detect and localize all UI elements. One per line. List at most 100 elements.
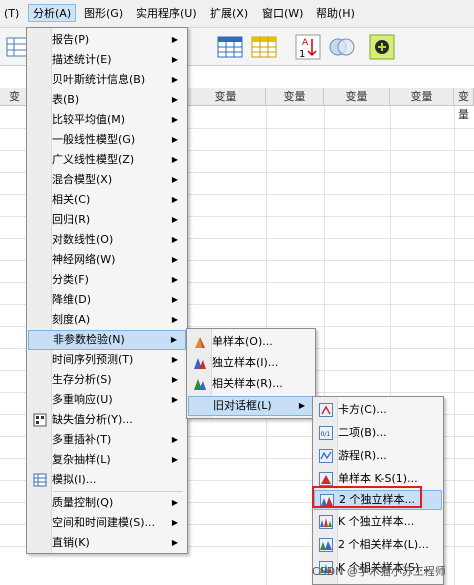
menu-analyze[interactable]: 分析(A) bbox=[28, 4, 77, 22]
menu-item-label: 旧对话框(L) bbox=[213, 399, 272, 412]
related-samples-icon bbox=[193, 377, 207, 391]
column-header[interactable]: 变量 bbox=[266, 88, 324, 106]
submenu-arrow-icon: ▶ bbox=[171, 498, 178, 507]
menu-item-label: 缺失值分析(Y)... bbox=[52, 413, 133, 426]
menu-item-neural-networks[interactable]: 神经网络(W) ▶ bbox=[28, 250, 186, 270]
menu-item-label: 混合模型(X) bbox=[52, 173, 113, 186]
submenu-arrow-icon: ▶ bbox=[171, 115, 178, 124]
menu-item-runs[interactable]: 游程(R)... bbox=[314, 446, 442, 466]
column-header[interactable]: 变量 bbox=[390, 88, 454, 106]
runs-icon bbox=[319, 449, 333, 463]
menu-item-two-related-samples[interactable]: 2 个相关样本(L)... bbox=[314, 535, 442, 555]
menu-help[interactable]: 帮助(H) bbox=[312, 5, 359, 23]
menu-item-label: 相关(C) bbox=[52, 193, 91, 206]
menu-item-quality-control[interactable]: 质量控制(Q) ▶ bbox=[28, 493, 186, 513]
menu-item-label: 独立样本(I)... bbox=[212, 356, 279, 369]
menu-graphs[interactable]: 图形(G) bbox=[80, 5, 127, 23]
menu-item-correlate[interactable]: 相关(C) ▶ bbox=[28, 190, 186, 210]
menu-item-general-linear-model[interactable]: 一般线性模型(G) ▶ bbox=[28, 130, 186, 150]
menu-item-label: 时间序列预测(T) bbox=[52, 353, 134, 366]
add-icon[interactable] bbox=[368, 33, 396, 61]
menu-item-independent-samples[interactable]: 独立样本(I)... bbox=[188, 353, 314, 373]
menu-item-label: 报告(P) bbox=[52, 33, 90, 46]
menu-item-missing-value-analysis[interactable]: 缺失值分析(Y)... bbox=[28, 410, 186, 430]
menu-item-regression[interactable]: 回归(R) ▶ bbox=[28, 210, 186, 230]
menu-item-label: 单样本 K-S(1)... bbox=[338, 472, 418, 485]
menu-item-generalized-linear-models[interactable]: 广义线性模型(Z) ▶ bbox=[28, 150, 186, 170]
one-sample-icon bbox=[193, 335, 207, 349]
menu-item-spatial-temporal-modeling[interactable]: 空间和时间建模(S)... ▶ bbox=[28, 513, 186, 533]
menu-item-label: 刻度(A) bbox=[52, 313, 91, 326]
highlight-annotation-box bbox=[312, 486, 422, 508]
menu-item-label: 神经网络(W) bbox=[52, 253, 116, 266]
svg-text:1: 1 bbox=[299, 49, 305, 60]
menu-tools-partial[interactable]: (T) bbox=[0, 5, 23, 23]
two-related-samples-icon bbox=[319, 538, 333, 552]
menu-item-complex-samples[interactable]: 复杂抽样(L) ▶ bbox=[28, 450, 186, 470]
menu-item-tables[interactable]: 表(B) ▶ bbox=[28, 90, 186, 110]
menu-item-k-independent-samples[interactable]: K 个独立样本... bbox=[314, 512, 442, 532]
menu-item-descriptive-statistics[interactable]: 描述统计(E) ▶ bbox=[28, 50, 186, 70]
submenu-arrow-icon: ▶ bbox=[171, 135, 178, 144]
submenu-arrow-icon: ▶ bbox=[171, 275, 178, 284]
menu-item-bayesian-statistics[interactable]: 贝叶斯统计信息(B) ▶ bbox=[28, 70, 186, 90]
menu-item-label: 表(B) bbox=[52, 93, 80, 106]
menu-item-reports[interactable]: 报告(P) ▶ bbox=[28, 30, 186, 50]
grid-line bbox=[454, 106, 455, 585]
column-header[interactable]: 变量 bbox=[454, 88, 474, 121]
submenu-arrow-icon: ▶ bbox=[171, 518, 178, 527]
menu-item-label: 非参数检验(N) bbox=[53, 333, 125, 346]
column-header[interactable]: 变量 bbox=[324, 88, 390, 106]
menu-extensions[interactable]: 扩展(X) bbox=[206, 5, 252, 23]
menu-item-label: K 个独立样本... bbox=[338, 515, 415, 528]
table-yellow-icon[interactable] bbox=[250, 33, 278, 61]
menu-item-loglinear[interactable]: 对数线性(O) ▶ bbox=[28, 230, 186, 250]
menu-item-forecasting[interactable]: 时间序列预测(T) ▶ bbox=[28, 350, 186, 370]
menu-item-classify[interactable]: 分类(F) ▶ bbox=[28, 270, 186, 290]
menu-item-label: 比较平均值(M) bbox=[52, 113, 126, 126]
menu-item-direct-marketing[interactable]: 直销(K) ▶ bbox=[28, 533, 186, 553]
menu-item-one-sample[interactable]: 单样本(O)... bbox=[188, 332, 314, 352]
submenu-arrow-icon: ▶ bbox=[171, 295, 178, 304]
independent-samples-icon bbox=[193, 356, 207, 370]
menu-item-mixed-models[interactable]: 混合模型(X) ▶ bbox=[28, 170, 186, 190]
menu-item-label: 空间和时间建模(S)... bbox=[52, 516, 156, 529]
menu-window[interactable]: 窗口(W) bbox=[258, 5, 307, 23]
submenu-arrow-icon: ▶ bbox=[171, 95, 178, 104]
menu-item-label: 复杂抽样(L) bbox=[52, 453, 111, 466]
submenu-arrow-icon: ▶ bbox=[171, 75, 178, 84]
binomial-icon: 0/1 bbox=[319, 426, 333, 440]
menu-item-label: 贝叶斯统计信息(B) bbox=[52, 73, 146, 86]
menu-item-multiple-imputation[interactable]: 多重插补(T) ▶ bbox=[28, 430, 186, 450]
menu-item-binomial[interactable]: 0/1 二项(B)... bbox=[314, 423, 442, 443]
menu-item-scale[interactable]: 刻度(A) ▶ bbox=[28, 310, 186, 330]
menu-item-simulation[interactable]: 模拟(I)... bbox=[28, 470, 186, 490]
menu-item-dimension-reduction[interactable]: 降维(D) ▶ bbox=[28, 290, 186, 310]
venn-icon[interactable] bbox=[328, 33, 356, 61]
menu-item-related-samples[interactable]: 相关样本(R)... bbox=[188, 374, 314, 394]
menu-item-label: 质量控制(Q) bbox=[52, 496, 114, 509]
simulation-icon bbox=[33, 473, 47, 487]
table-icon[interactable] bbox=[216, 33, 244, 61]
menu-item-label: 二项(B)... bbox=[338, 426, 387, 439]
menu-item-multiple-response[interactable]: 多重响应(U) ▶ bbox=[28, 390, 186, 410]
menu-item-survival[interactable]: 生存分析(S) ▶ bbox=[28, 370, 186, 390]
menu-item-nonparametric-tests[interactable]: 非参数检验(N) ▶ bbox=[28, 330, 186, 350]
submenu-arrow-icon: ▶ bbox=[171, 195, 178, 204]
chi-square-icon bbox=[319, 403, 333, 417]
menu-item-label: 2 个相关样本(L)... bbox=[338, 538, 429, 551]
menu-item-label: 广义线性模型(Z) bbox=[52, 153, 135, 166]
submenu-arrow-icon: ▶ bbox=[171, 315, 178, 324]
submenu-arrow-icon: ▶ bbox=[171, 395, 178, 404]
menu-item-legacy-dialogs[interactable]: 旧对话框(L) ▶ bbox=[188, 396, 314, 416]
menu-item-label: 多重插补(T) bbox=[52, 433, 112, 446]
menu-item-compare-means[interactable]: 比较平均值(M) ▶ bbox=[28, 110, 186, 130]
sort-icon[interactable]: A1 bbox=[294, 33, 322, 61]
menu-item-chi-square[interactable]: 卡方(C)... bbox=[314, 400, 442, 420]
menu-item-label: 描述统计(E) bbox=[52, 53, 112, 66]
watermark: CSDN @学术猫小苏工程师 bbox=[312, 565, 446, 578]
menu-utilities[interactable]: 实用程序(U) bbox=[132, 5, 201, 23]
submenu-arrow-icon: ▶ bbox=[171, 255, 178, 264]
submenu-arrow-icon: ▶ bbox=[171, 55, 178, 64]
column-header[interactable]: 变量 bbox=[186, 88, 266, 106]
